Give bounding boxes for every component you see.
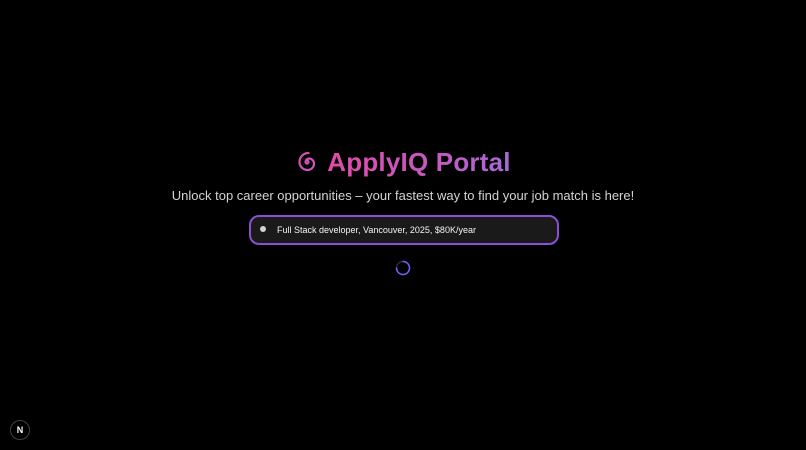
page: ApplyIQ Portal Unlock top career opportu… xyxy=(0,0,806,450)
search-input[interactable] xyxy=(277,220,537,240)
spiral-icon xyxy=(295,150,319,174)
dot-icon xyxy=(260,225,266,232)
tagline: Unlock top career opportunities – your f… xyxy=(171,188,635,203)
app-title: ApplyIQ Portal xyxy=(327,147,511,177)
loading-spinner-icon xyxy=(395,260,411,276)
page-header: ApplyIQ Portal xyxy=(0,146,806,178)
search-box[interactable] xyxy=(249,215,559,245)
nextjs-icon[interactable]: N xyxy=(10,420,30,440)
dev-badge-label: N xyxy=(16,425,24,435)
